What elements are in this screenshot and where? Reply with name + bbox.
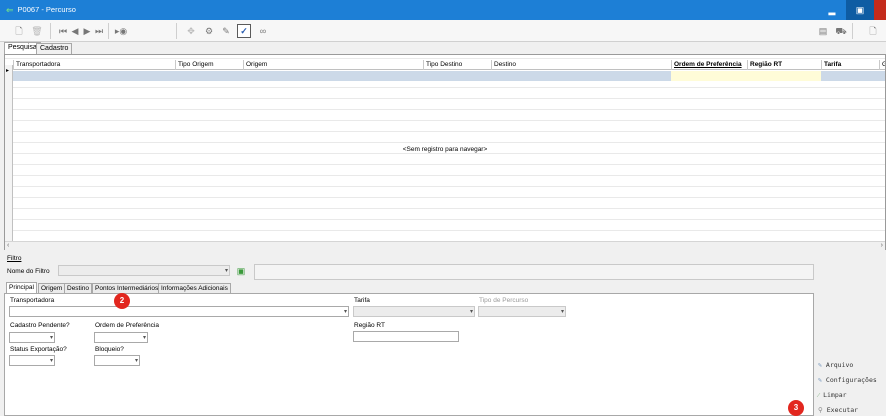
tarifa-label: Tarifa	[354, 297, 370, 304]
cadastro-pendente-select[interactable]: ▾	[9, 332, 55, 343]
tarifa-select[interactable]: ▾	[353, 306, 475, 317]
attach-icon[interactable]: ✎	[219, 24, 233, 38]
col-origem[interactable]: Origem	[243, 60, 423, 70]
new-doc-icon[interactable]: 🗋	[12, 24, 26, 38]
regiao-rt-input[interactable]	[353, 331, 459, 342]
chevron-down-icon: ▾	[560, 309, 564, 315]
filter-name-select[interactable]: ▾	[58, 265, 230, 276]
transportadora-select[interactable]: ▾	[9, 306, 349, 317]
scan-icon[interactable]: ▸◉	[114, 24, 128, 38]
check-icon[interactable]: ✓	[237, 24, 251, 38]
col-g[interactable]: G	[879, 60, 885, 70]
status-exportacao-label: Status Exportação?	[10, 346, 67, 353]
transportadora-label: Transportadora	[10, 297, 55, 304]
delete-icon[interactable]: 🗑	[30, 24, 44, 38]
step-badge-2: 2	[114, 293, 130, 309]
window-title-area: ⇐ P0067 - Percurso	[6, 5, 76, 14]
last-icon[interactable]: ⏭	[92, 24, 106, 38]
tipo-percurso-select[interactable]: ▾	[478, 306, 566, 317]
filter-area	[254, 264, 814, 280]
truck-icon[interactable]: ⛟	[834, 24, 848, 38]
empty-message: <Sem registro para navegar>	[402, 146, 488, 153]
link-icon[interactable]: ∞	[256, 24, 270, 38]
results-grid: Transportadora Tipo Origem Origem Tipo D…	[4, 54, 886, 250]
limpar-action[interactable]: ⁄ Limpar	[818, 391, 847, 399]
chevron-down-icon: ▾	[469, 309, 473, 315]
title-bar: ⇐ P0067 - Percurso ▂ ▣	[0, 0, 886, 20]
bloqueio-select[interactable]: ▾	[94, 355, 140, 366]
maximize-button[interactable]: ▣	[846, 0, 874, 20]
grid-header: Transportadora Tipo Origem Origem Tipo D…	[5, 60, 885, 70]
col-tarifa[interactable]: Tarifa	[821, 60, 879, 70]
arquivo-action[interactable]: ✎ Arquivo	[818, 361, 853, 369]
print-icon[interactable]: ▤	[816, 24, 830, 38]
chevron-down-icon: ▾	[343, 309, 347, 315]
tab-origem[interactable]: Origem	[38, 283, 66, 293]
col-tipo-origem[interactable]: Tipo Origem	[175, 60, 243, 70]
settings-icon: ✎	[818, 376, 822, 384]
tab-informacoes-adicionais[interactable]: Informações Adicionais	[158, 283, 231, 293]
filter-section-label: Filtro	[7, 255, 22, 262]
col-tipo-destino[interactable]: Tipo Destino	[423, 60, 491, 70]
status-exportacao-select[interactable]: ▾	[9, 355, 55, 366]
filter-name-label: Nome do Filtro	[7, 268, 50, 275]
chevron-down-icon: ▾	[49, 335, 53, 341]
cadastro-pendente-label: Cadastro Pendente?	[10, 322, 70, 329]
scroll-left-icon[interactable]: ‹	[7, 242, 9, 249]
horizontal-scrollbar[interactable]: ‹ ›	[5, 241, 885, 250]
minimize-button[interactable]: ▂	[818, 0, 846, 20]
scroll-right-icon[interactable]: ›	[881, 242, 883, 249]
row-indicator: ▸	[5, 65, 13, 245]
step-badge-3: 3	[788, 400, 804, 416]
col-transportadora[interactable]: Transportadora	[13, 60, 175, 70]
move-icon[interactable]: ✥	[184, 24, 198, 38]
tab-principal[interactable]: Principal	[6, 282, 37, 293]
chevron-down-icon: ▾	[49, 358, 53, 364]
tipo-percurso-label: Tipo de Percurso	[479, 297, 529, 304]
executar-action[interactable]: ⚲ Executar	[818, 406, 858, 414]
window-title: P0067 - Percurso	[17, 5, 76, 14]
broom-icon: ⁄	[818, 391, 820, 399]
col-ordem-preferencia[interactable]: Ordem de Preferência	[671, 60, 747, 70]
chevron-down-icon: ▾	[224, 268, 228, 274]
gear-icon[interactable]: ⚙	[202, 24, 216, 38]
chevron-down-icon: ▾	[142, 335, 146, 341]
tab-destino[interactable]: Destino	[64, 283, 93, 293]
save-filter-icon[interactable]: ▣	[234, 264, 248, 278]
ordem-preferencia-label: Ordem de Preferência	[95, 322, 159, 329]
file-icon: ✎	[818, 361, 822, 369]
close-button[interactable]	[874, 0, 886, 20]
ordem-preferencia-select[interactable]: ▾	[94, 332, 148, 343]
col-destino[interactable]: Destino	[491, 60, 671, 70]
toolbar: 🗋 🗑 ⏮ ◀ ▶ ⏭ ▸◉ ✥ ⚙ ✎ ✓ ∞ ▤ ⛟ 🗋	[0, 20, 886, 42]
run-icon: ⚲	[818, 406, 823, 414]
chevron-down-icon: ▾	[134, 358, 138, 364]
tab-cadastro[interactable]: Cadastro	[36, 43, 73, 54]
selected-row[interactable]	[13, 71, 885, 81]
col-regiao-rt[interactable]: Região RT	[747, 60, 821, 70]
app-icon: ⇐	[6, 4, 14, 15]
bloqueio-label: Bloqueio?	[95, 346, 124, 353]
tab-pontos-intermediarios[interactable]: Pontos Intermediários	[92, 283, 162, 293]
configuracoes-action[interactable]: ✎ Configurações	[818, 376, 877, 384]
export-icon[interactable]: 🗋	[866, 24, 880, 38]
regiao-rt-label: Região RT	[354, 322, 385, 329]
